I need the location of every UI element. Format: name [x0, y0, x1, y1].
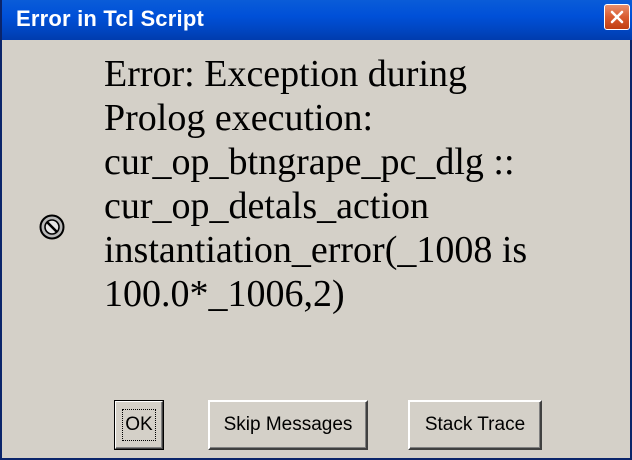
message-line: cur_op_btngrape_pc_dlg :: — [104, 141, 515, 183]
message-line: cur_op_detals_action — [104, 185, 430, 227]
ok-button-label: OK — [122, 409, 156, 441]
message-line: Error: Exception during — [104, 53, 468, 95]
title-bar[interactable]: Error in Tcl Script — [2, 0, 632, 40]
error-message: Error: Exception during Prolog execution… — [104, 52, 624, 316]
close-x-icon — [610, 10, 624, 24]
close-button[interactable] — [604, 4, 630, 30]
stack-trace-label: Stack Trace — [424, 414, 526, 435]
message-line: 100.0*_1006,2) — [104, 273, 345, 315]
skip-messages-button[interactable]: Skip Messages — [208, 400, 368, 450]
skip-messages-label: Skip Messages — [223, 414, 353, 435]
ok-button[interactable]: OK — [114, 400, 164, 450]
message-line: Prolog execution: — [104, 97, 374, 139]
stack-trace-button[interactable]: Stack Trace — [408, 400, 542, 450]
message-line: instantiation_error(_1008 is — [104, 229, 528, 271]
stop-icon — [39, 214, 65, 240]
error-dialog: Error in Tcl Script Error: Exception dur… — [0, 0, 632, 460]
window-title: Error in Tcl Script — [16, 6, 204, 31]
